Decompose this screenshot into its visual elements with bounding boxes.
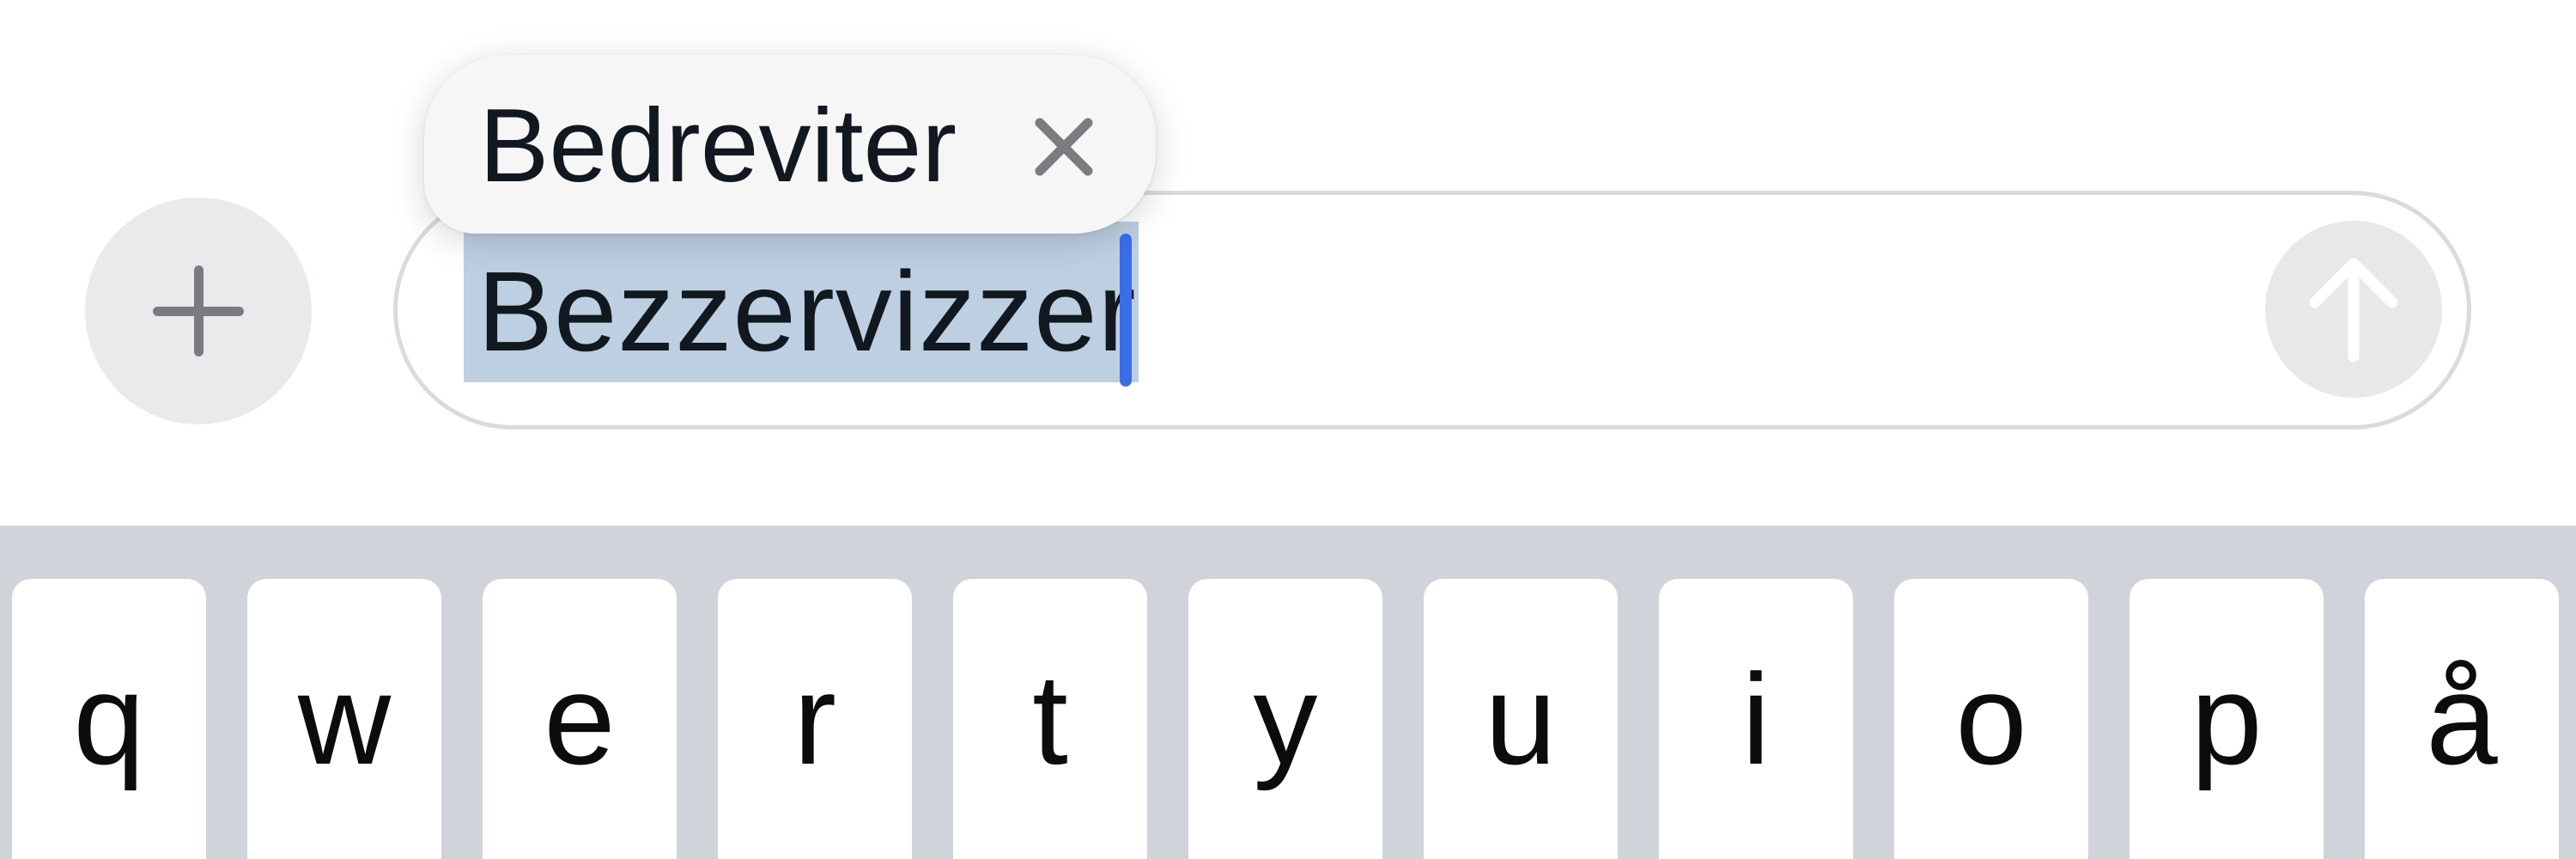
- arrow-up-icon: [2309, 258, 2398, 362]
- send-button[interactable]: [2265, 221, 2442, 398]
- keyboard: q w e r t y u i o p å: [0, 526, 2576, 859]
- key-label: q: [73, 647, 145, 791]
- key-u[interactable]: u: [1424, 579, 1618, 859]
- key-t[interactable]: t: [953, 579, 1147, 859]
- message-compose-bar: Bezzervizzer Bedreviter: [0, 0, 2576, 526]
- key-label: e: [544, 647, 616, 791]
- key-label: r: [793, 647, 836, 791]
- key-label: y: [1253, 647, 1318, 791]
- key-label: u: [1485, 647, 1557, 791]
- keyboard-row-1: q w e r t y u i o p å: [12, 579, 2559, 859]
- message-input-text: Bezzervizzer: [477, 248, 1137, 375]
- key-q[interactable]: q: [12, 579, 206, 859]
- key-w[interactable]: w: [247, 579, 441, 859]
- key-aa[interactable]: å: [2365, 579, 2559, 859]
- key-label: t: [1032, 647, 1068, 791]
- key-i[interactable]: i: [1659, 579, 1853, 859]
- key-label: w: [297, 647, 392, 791]
- autocorrect-suggestion[interactable]: Bedreviter: [424, 55, 1156, 234]
- key-r[interactable]: r: [718, 579, 912, 859]
- plus-icon-vertical: [194, 265, 204, 356]
- text-cursor: [1120, 234, 1132, 387]
- key-label: å: [2426, 647, 2498, 791]
- key-o[interactable]: o: [1894, 579, 2088, 859]
- key-e[interactable]: e: [483, 579, 677, 859]
- close-icon[interactable]: [1025, 108, 1103, 186]
- key-y[interactable]: y: [1188, 579, 1382, 859]
- key-label: p: [2190, 647, 2263, 791]
- add-attachment-button[interactable]: [85, 198, 312, 424]
- key-p[interactable]: p: [2129, 579, 2324, 859]
- key-label: i: [1741, 647, 1771, 791]
- autocorrect-suggestion-text: Bedreviter: [479, 87, 957, 204]
- key-label: o: [1955, 647, 2027, 791]
